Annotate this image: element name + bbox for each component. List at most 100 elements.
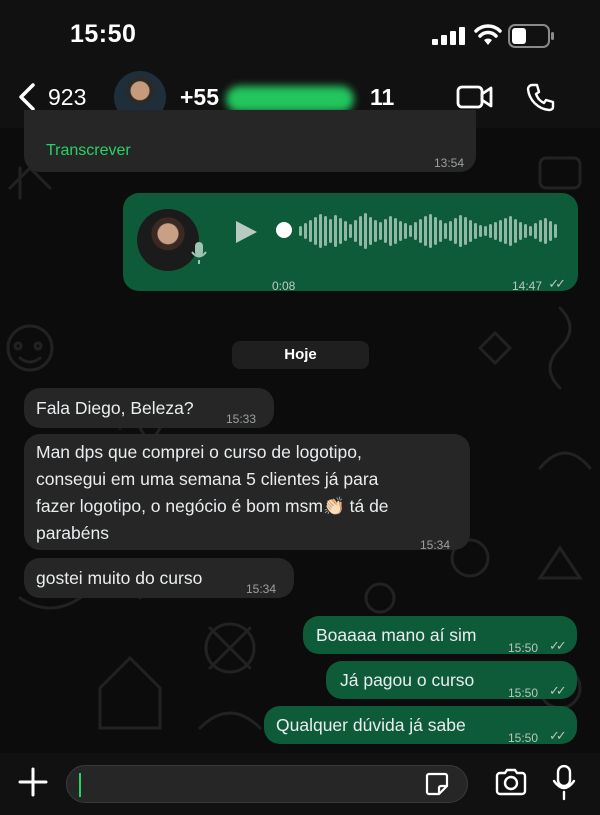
waveform-bar: [369, 217, 372, 245]
play-icon[interactable]: [233, 219, 259, 245]
waveform-bar: [374, 220, 377, 242]
outgoing-message: Já pagou o curso 15:50 ✓✓: [326, 661, 577, 700]
waveform-bar: [484, 226, 487, 236]
waveform-bar: [539, 220, 542, 242]
waveform-bar: [314, 217, 317, 245]
voice-duration: 0:08: [272, 279, 296, 293]
playback-scrubber[interactable]: [276, 222, 292, 238]
microphone-icon[interactable]: [552, 765, 576, 801]
waveform-bar: [299, 226, 302, 236]
message-time: 15:50: [508, 686, 539, 700]
waveform-bar: [544, 218, 547, 244]
waveform-bar: [404, 223, 407, 239]
back-chevron-icon[interactable]: [16, 82, 38, 112]
waveform-bar: [419, 219, 422, 243]
waveform-bar: [449, 221, 452, 241]
composer-bar: [0, 753, 600, 815]
waveform-bar: [339, 218, 342, 244]
message-time: 15:50: [508, 641, 539, 655]
voice-sender-avatar: [137, 209, 199, 271]
waveform-bar: [424, 216, 427, 246]
transcribe-link[interactable]: Transcrever: [46, 138, 131, 164]
waveform-bar: [444, 223, 447, 239]
incoming-message: Fala Diego, Beleza? 15:33: [24, 388, 274, 428]
status-bar: 15:50: [0, 0, 600, 70]
message-text: gostei muito do curso: [36, 568, 203, 588]
plus-icon[interactable]: [18, 767, 48, 797]
waveform-bar: [409, 225, 412, 237]
read-receipt-icon: ✓✓: [549, 728, 567, 743]
waveform-bar: [524, 224, 527, 238]
waveform-bar: [334, 215, 337, 247]
text-cursor: [79, 773, 81, 797]
message-time: 15:50: [508, 731, 539, 745]
message-time: 15:34: [420, 538, 451, 552]
waveform-bar: [504, 218, 507, 244]
waveform-bar: [509, 216, 512, 246]
waveform-bar: [414, 222, 417, 240]
waveform-bar: [394, 218, 397, 244]
camera-icon[interactable]: [494, 767, 528, 797]
waveform-bar: [494, 222, 497, 240]
waveform-bar: [344, 221, 347, 241]
waveform-bar: [354, 220, 357, 242]
waveform-bar: [479, 225, 482, 237]
waveform-bar: [399, 221, 402, 241]
waveform-bar: [349, 224, 352, 238]
waveform-bar: [529, 226, 532, 236]
waveform-bar: [329, 219, 332, 243]
waveform-bar: [549, 221, 552, 241]
waveform-bar: [454, 218, 457, 244]
read-receipt-icon: ✓✓: [548, 276, 566, 291]
waveform-bar: [324, 216, 327, 246]
message-text: Qualquer dúvida já sabe: [276, 715, 466, 735]
date-separator: Hoje: [232, 341, 369, 369]
waveform-bar: [384, 219, 387, 243]
waveform-bar: [534, 223, 537, 239]
sticker-icon[interactable]: [425, 772, 449, 796]
message-time: 15:33: [226, 412, 257, 426]
incoming-message: Man dps que comprei o curso de logotipo,…: [24, 434, 470, 552]
contact-name-prefix[interactable]: +55: [180, 84, 219, 111]
outgoing-message: Boaaaa mano aí sim 15:50 ✓✓: [303, 616, 577, 655]
message-time: 13:54: [433, 156, 464, 170]
message-text: Boaaaa mano aí sim: [316, 625, 477, 645]
waveform[interactable]: [299, 211, 559, 251]
read-receipt-icon: ✓✓: [549, 638, 567, 653]
waveform-bar: [429, 214, 432, 248]
waveform-bar: [474, 223, 477, 239]
waveform-bar: [499, 220, 502, 242]
waveform-bar: [459, 215, 462, 247]
battery-icon: [508, 24, 554, 48]
wifi-icon: [474, 24, 502, 45]
contact-name-suffix[interactable]: 11: [370, 84, 394, 111]
waveform-bar: [519, 222, 522, 240]
waveform-bar: [439, 220, 442, 242]
message-text: Fala Diego, Beleza?: [36, 398, 194, 418]
waveform-bar: [389, 216, 392, 246]
signal-icon: [432, 27, 465, 45]
incoming-voice-message-bubble: Transcrever 13:54: [24, 110, 476, 172]
outgoing-message: Qualquer dúvida já sabe 15:50 ✓✓: [264, 706, 577, 745]
waveform-bar: [489, 224, 492, 238]
redacted-number: [226, 86, 354, 112]
outgoing-voice-message-bubble: 0:08 14:47 ✓✓: [123, 193, 578, 293]
waveform-bar: [359, 216, 362, 246]
waveform-bar: [304, 223, 307, 239]
read-receipt-icon: ✓✓: [549, 683, 567, 698]
waveform-bar: [364, 213, 367, 249]
waveform-bar: [379, 222, 382, 240]
incoming-message: gostei muito do curso 15:34: [24, 558, 294, 598]
status-time: 15:50: [70, 20, 137, 48]
message-time: 14:47: [511, 279, 542, 293]
phone-call-icon[interactable]: [526, 82, 556, 112]
video-call-icon[interactable]: [456, 84, 494, 110]
waveform-bar: [309, 220, 312, 242]
waveform-bar: [554, 224, 557, 238]
waveform-bar: [464, 217, 467, 245]
message-input[interactable]: [66, 765, 468, 803]
unread-count[interactable]: 923: [48, 84, 86, 111]
waveform-bar: [434, 217, 437, 245]
message-time: 15:34: [246, 582, 277, 596]
message-text-line: fazer logotipo, o negócio é bom msm👏🏻 tá…: [36, 496, 389, 516]
